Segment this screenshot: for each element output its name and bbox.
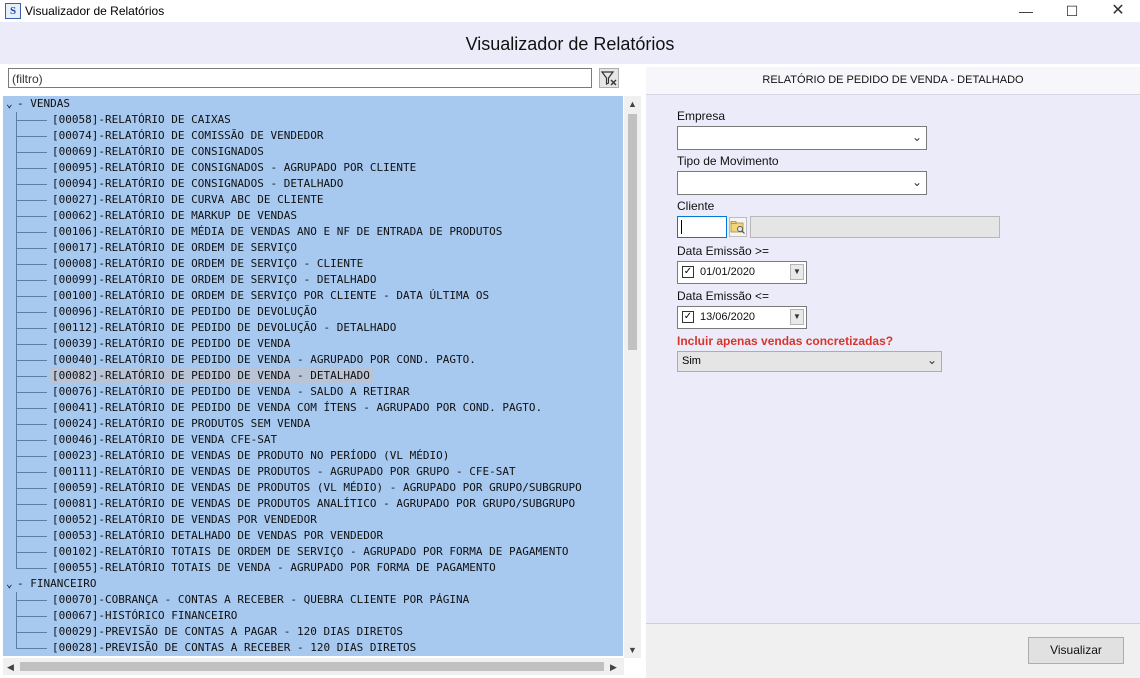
vendas-concretizadas-label: Incluir apenas vendas concretizadas? (677, 334, 894, 348)
text-cursor (681, 220, 682, 234)
tree-item[interactable]: [00095]-RELATÓRIO DE CONSIGNADOS - AGRUP… (49, 160, 419, 176)
tree-item[interactable]: [00040]-RELATÓRIO DE PEDIDO DE VENDA - A… (49, 352, 479, 368)
tree-item[interactable]: [00062]-RELATÓRIO DE MARKUP DE VENDAS (49, 208, 300, 224)
tipo-movimento-select[interactable]: ⌄ (677, 171, 927, 195)
app-logo-icon: S (5, 3, 21, 19)
tree-item[interactable]: [00046]-RELATÓRIO DE VENDA CFE-SAT (49, 432, 280, 448)
close-icon[interactable]: ✕ (1095, 0, 1140, 22)
page-header: Visualizador de Relatórios (0, 22, 1140, 64)
scroll-up-icon[interactable]: ▲ (628, 98, 637, 110)
tree-category-vendas[interactable]: ⌄ - VENDAS (6, 96, 70, 112)
visualizar-button[interactable]: Visualizar (1028, 637, 1124, 664)
filter-input[interactable]: (filtro) (8, 68, 592, 88)
collapse-icon[interactable]: ⌄ (6, 576, 17, 592)
scroll-left-icon[interactable]: ◀ (7, 661, 14, 673)
tree-item[interactable]: [00053]-RELATÓRIO DETALHADO DE VENDAS PO… (49, 528, 386, 544)
calendar-dropdown-icon[interactable]: ▼ (790, 309, 804, 325)
check-icon: ✓ (683, 311, 693, 322)
cliente-label: Cliente (677, 199, 715, 213)
tree-item[interactable]: [00067]-HISTÓRICO FINANCEIRO (49, 608, 240, 624)
tree-item[interactable]: [00024]-RELATÓRIO DE PRODUTOS SEM VENDA (49, 416, 313, 432)
empresa-select[interactable]: ⌄ (677, 126, 927, 150)
tree-item[interactable]: [00039]-RELATÓRIO DE PEDIDO DE VENDA (49, 336, 293, 352)
tree-item[interactable]: [00017]-RELATÓRIO DE ORDEM DE SERVIÇO (49, 240, 300, 256)
tree-item[interactable]: [00052]-RELATÓRIO DE VENDAS POR VENDEDOR (49, 512, 320, 528)
scroll-thumb[interactable] (628, 114, 637, 350)
tree-item[interactable]: [00070]-COBRANÇA - CONTAS A RECEBER - QU… (49, 592, 472, 608)
window-titlebar: S Visualizador de Relatórios — ☐ ✕ (0, 0, 1140, 22)
check-icon: ✓ (683, 266, 693, 277)
data-inicio-checkbox[interactable]: ✓ (682, 266, 694, 278)
data-emissao-inicio-label: Data Emissão >= (677, 244, 770, 258)
tree-category-label: VENDAS (30, 97, 70, 110)
tree-item[interactable]: [00028]-PREVISÃO DE CONTAS A RECEBER - 1… (49, 640, 419, 656)
chevron-down-icon: ⌄ (911, 175, 922, 189)
tree-item[interactable]: [00058]-RELATÓRIO DE CAIXAS (49, 112, 234, 128)
scroll-down-icon[interactable]: ▼ (628, 644, 637, 656)
vendas-concretizadas-select[interactable]: Sim ⌄ (677, 351, 942, 372)
tree-category-dash: - (17, 97, 31, 110)
filter-clear-button[interactable] (599, 68, 619, 88)
tree-category-label: FINANCEIRO (30, 577, 97, 590)
tree-item[interactable]: [00023]-RELATÓRIO DE VENDAS DE PRODUTO N… (49, 448, 452, 464)
tree-item[interactable]: [00074]-RELATÓRIO DE COMISSÃO DE VENDEDO… (49, 128, 327, 144)
tree-category-financeiro[interactable]: ⌄ - FINANCEIRO (6, 576, 96, 592)
tree-item[interactable]: [00094]-RELATÓRIO DE CONSIGNADOS - DETAL… (49, 176, 346, 192)
vendas-concretizadas-value: Sim (682, 355, 701, 367)
calendar-dropdown-icon[interactable]: ▼ (790, 264, 804, 280)
scroll-thumb[interactable] (20, 662, 604, 671)
tree-item[interactable]: [00029]-PREVISÃO DE CONTAS A PAGAR - 120… (49, 624, 406, 640)
tree-item[interactable]: [00096]-RELATÓRIO DE PEDIDO DE DEVOLUÇÃO (49, 304, 320, 320)
empresa-label: Empresa (677, 109, 726, 123)
cliente-name-display (750, 216, 1000, 238)
tree-item[interactable]: [00069]-RELATÓRIO DE CONSIGNADOS (49, 144, 267, 160)
tree-item[interactable]: [00112]-RELATÓRIO DE PEDIDO DE DEVOLUÇÃO… (49, 320, 399, 336)
tree-item[interactable]: [00100]-RELATÓRIO DE ORDEM DE SERVIÇO PO… (49, 288, 492, 304)
scroll-right-icon[interactable]: ▶ (610, 661, 617, 673)
tree-item[interactable]: [00027]-RELATÓRIO DE CURVA ABC DE CLIENT… (49, 192, 327, 208)
tree-category-dash: - (17, 577, 31, 590)
cliente-search-button[interactable] (729, 217, 747, 237)
tree-item[interactable]: [00055]-RELATÓRIO TOTAIS DE VENDA - AGRU… (49, 560, 499, 576)
tree-item[interactable]: [00081]-RELATÓRIO DE VENDAS DE PRODUTOS … (49, 496, 578, 512)
data-fim-checkbox[interactable]: ✓ (682, 311, 694, 323)
tree-item[interactable]: [00111]-RELATÓRIO DE VENDAS DE PRODUTOS … (49, 464, 519, 480)
report-title: RELATÓRIO DE PEDIDO DE VENDA - DETALHADO (646, 67, 1140, 95)
tree-horizontal-scrollbar[interactable]: ◀ ▶ (3, 658, 624, 675)
chevron-down-icon: ⌄ (926, 353, 937, 367)
tree-item[interactable]: [00076]-RELATÓRIO DE PEDIDO DE VENDA - S… (49, 384, 413, 400)
report-parameters-panel: RELATÓRIO DE PEDIDO DE VENDA - DETALHADO… (646, 67, 1140, 677)
cliente-code-input[interactable] (677, 216, 727, 238)
data-emissao-fim-picker[interactable]: ✓ 13/06/2020 ▼ (677, 306, 807, 329)
tree-item[interactable]: [00082]-RELATÓRIO DE PEDIDO DE VENDA - D… (49, 368, 373, 384)
data-emissao-inicio-picker[interactable]: ✓ 01/01/2020 ▼ (677, 261, 807, 284)
tree-item[interactable]: [00099]-RELATÓRIO DE ORDEM DE SERVIÇO - … (49, 272, 380, 288)
data-inicio-value: 01/01/2020 (700, 266, 756, 278)
folder-search-icon (730, 221, 745, 234)
chevron-down-icon: ⌄ (911, 130, 922, 144)
report-tree[interactable]: ⌄ - VENDAS [00058]-RELATÓRIO DE CAIXAS [000… (3, 96, 623, 656)
tree-item[interactable]: [00059]-RELATÓRIO DE VENDAS DE PRODUTOS … (49, 480, 585, 496)
minimize-icon[interactable]: — (1003, 0, 1049, 22)
tree-item[interactable]: [00041]-RELATÓRIO DE PEDIDO DE VENDA COM… (49, 400, 545, 416)
tree-item[interactable]: [00106]-RELATÓRIO DE MÉDIA DE VENDAS ANO… (49, 224, 505, 240)
page-title: Visualizador de Relatórios (465, 34, 675, 54)
collapse-icon[interactable]: ⌄ (6, 96, 17, 112)
tipo-movimento-label: Tipo de Movimento (677, 154, 779, 168)
window-title: Visualizador de Relatórios (25, 4, 165, 18)
action-bar: Visualizar (646, 623, 1140, 678)
data-emissao-fim-label: Data Emissão <= (677, 289, 770, 303)
tree-item[interactable]: [00102]-RELATÓRIO TOTAIS DE ORDEM DE SER… (49, 544, 572, 560)
maximize-icon[interactable]: ☐ (1049, 0, 1095, 22)
data-fim-value: 13/06/2020 (700, 311, 756, 323)
tree-item[interactable]: [00008]-RELATÓRIO DE ORDEM DE SERVIÇO - … (49, 256, 366, 272)
filter-clear-icon (600, 71, 617, 86)
tree-vertical-scrollbar[interactable]: ▲ ▼ (624, 96, 641, 658)
